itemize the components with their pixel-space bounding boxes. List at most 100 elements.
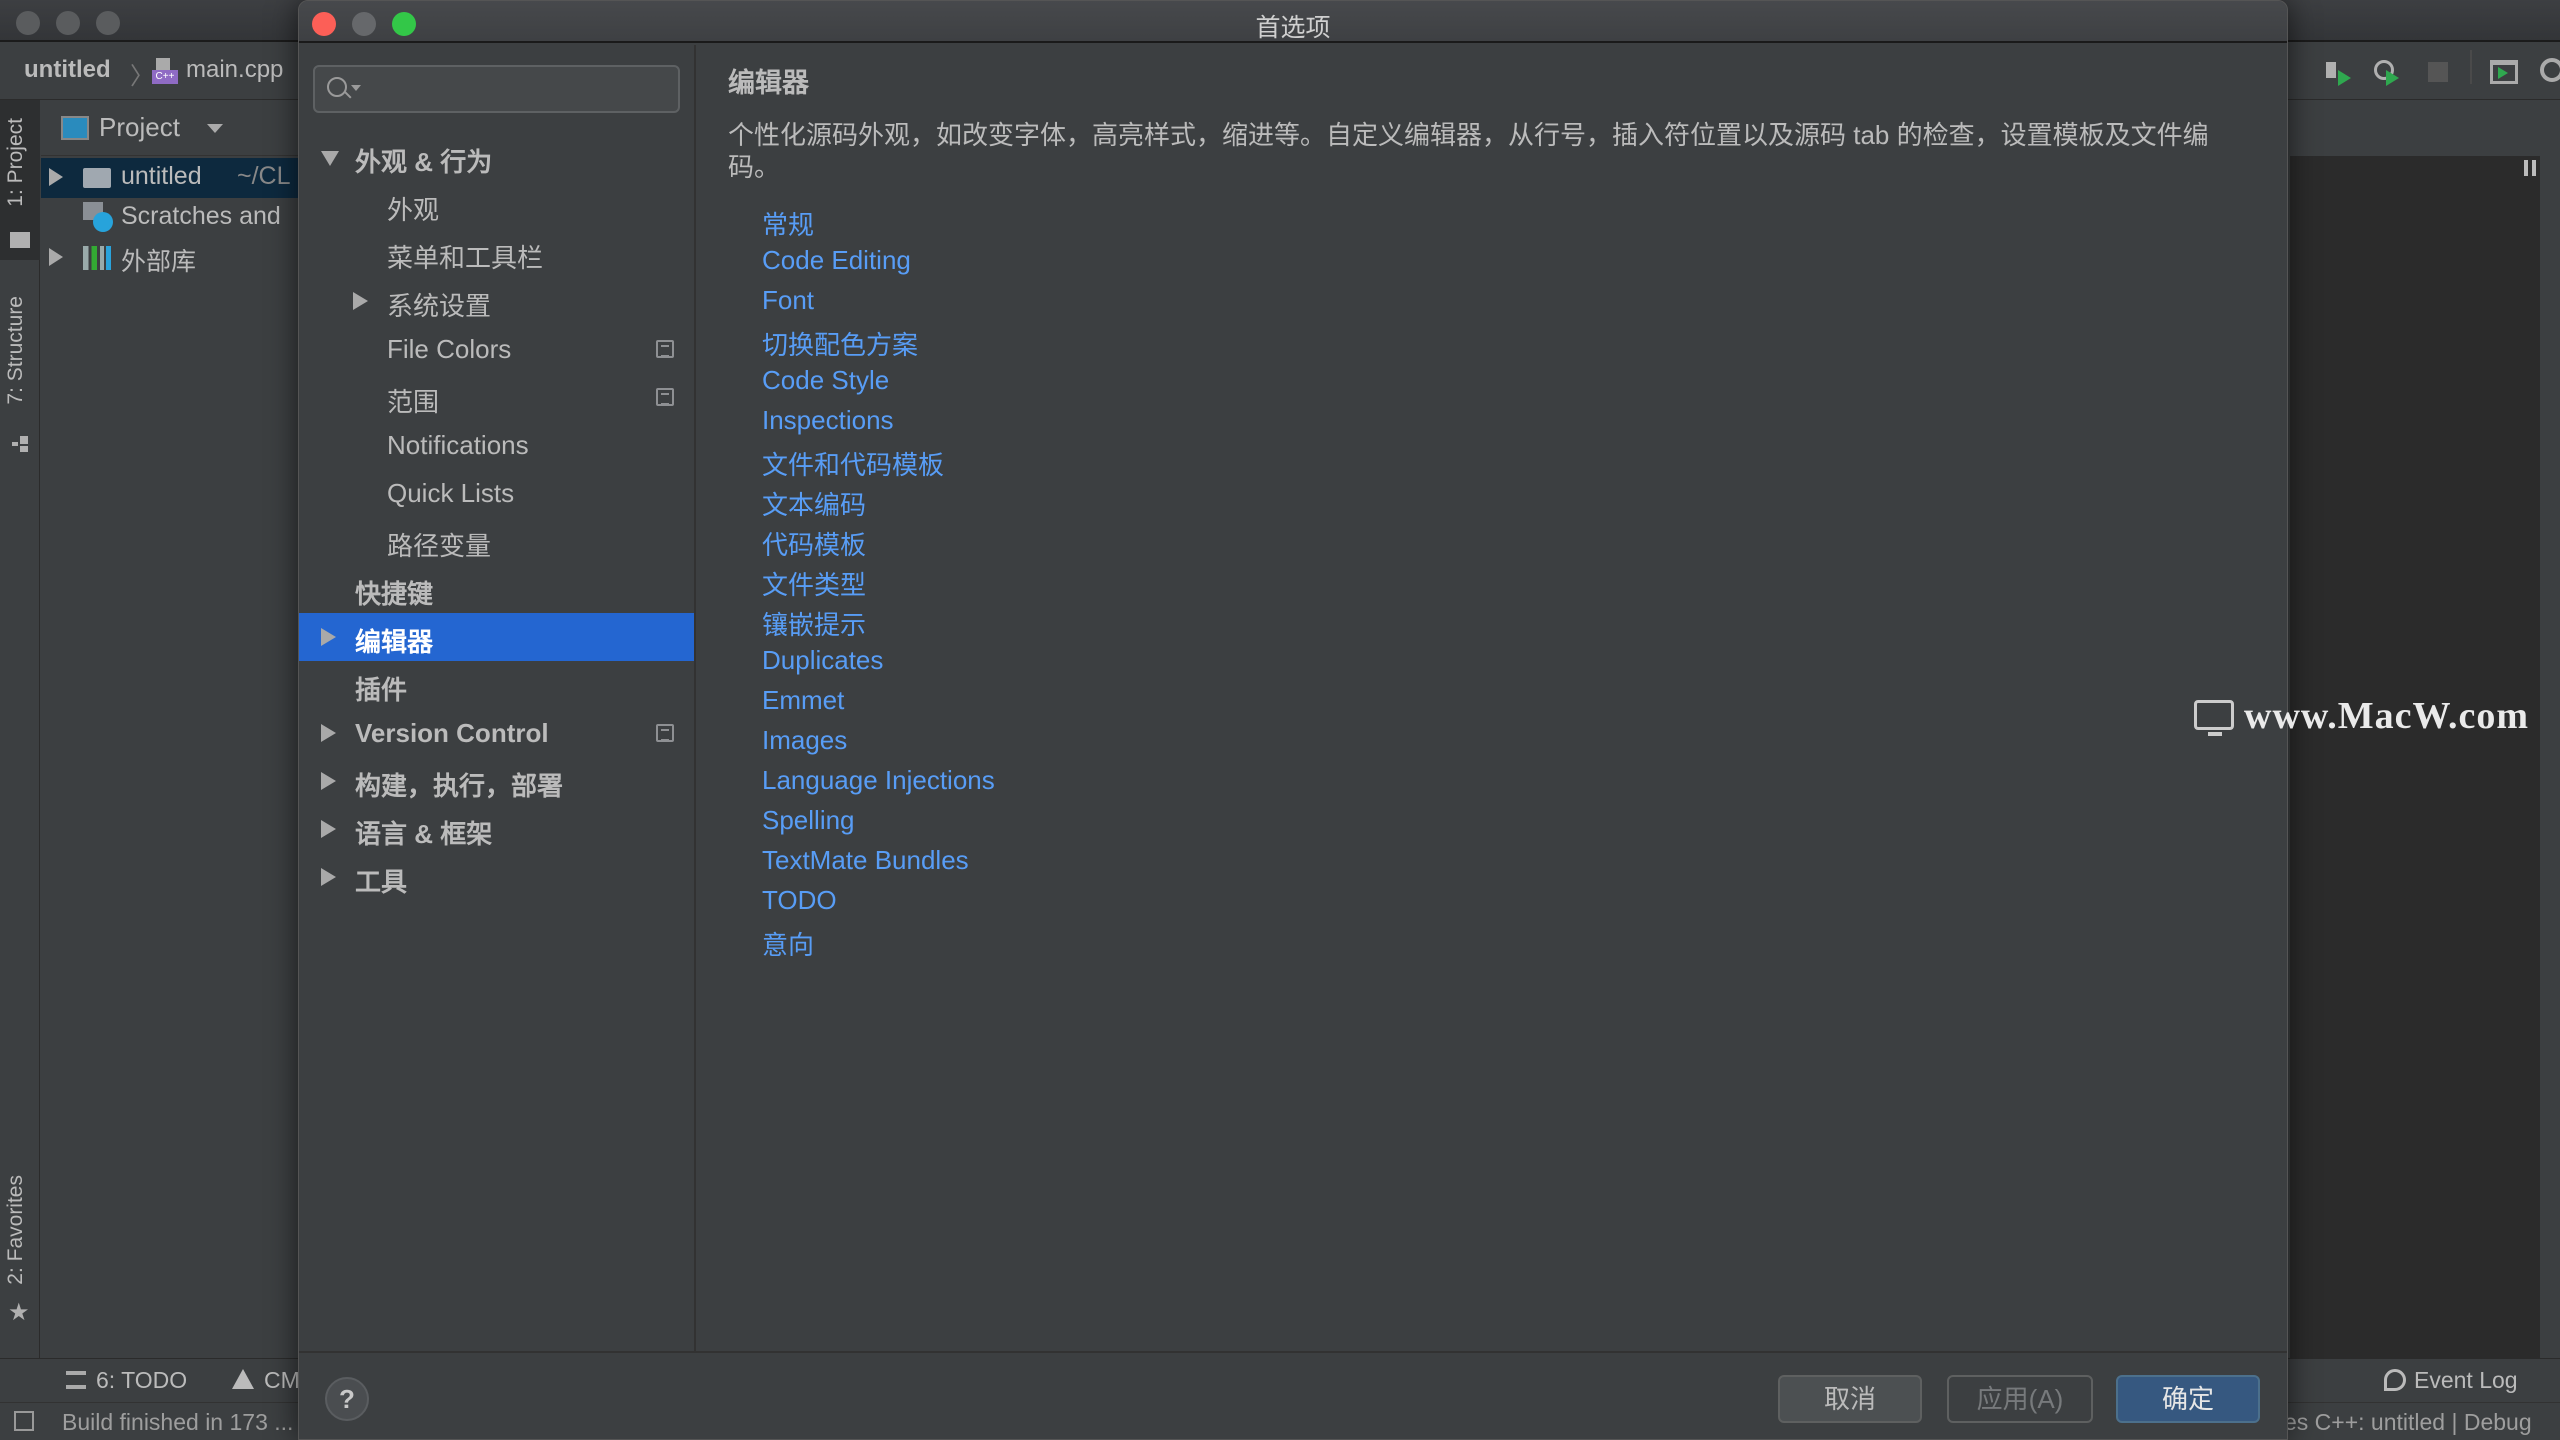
content-link[interactable]: Spelling [762,805,855,836]
close-button[interactable] [16,11,40,35]
profile-run-icon[interactable] [2372,58,2402,88]
preferences-dialog: 首选项 外观 & 行为 外观 菜单和工具栏系统设置 File Colors 范围 Noti… [298,0,2288,1440]
content-link[interactable]: 文本编码 [762,485,866,522]
content-link[interactable]: Code Editing [762,245,911,276]
todo-list-icon [66,1371,86,1389]
project-view-selector[interactable]: Project [99,112,180,143]
content-link[interactable]: Font [762,285,814,316]
nav-item-label: 系统设置 [387,291,492,321]
nav-item[interactable]: 插件 [299,661,694,709]
toolbar-divider [2470,50,2472,84]
nav-item[interactable]: Version Control [299,709,694,757]
expand-arrow-icon[interactable] [321,724,336,742]
content-link[interactable]: TODO [762,885,837,916]
debug-icon[interactable] [2322,58,2352,88]
tree-item-untitled[interactable]: untitled ~/CL [41,158,301,198]
content-link[interactable]: 意向 [762,925,814,962]
nav-item[interactable]: 语言 & 框架 [299,805,694,853]
nav-item[interactable]: 外观 [299,181,694,229]
nav-item[interactable]: Notifications [299,421,694,469]
right-tool-strip [2540,100,2560,1360]
project-tool-tab[interactable]: 1: Project [4,118,28,207]
nav-item[interactable]: 工具 [299,853,694,901]
dialog-titlebar: 首选项 [299,1,2287,43]
nav-item[interactable]: 外观 & 行为 [299,133,694,181]
content-link[interactable]: Duplicates [762,645,883,676]
expand-arrow-icon[interactable] [49,168,63,186]
content-link[interactable]: Code Style [762,365,889,396]
content-link[interactable]: TextMate Bundles [762,845,969,876]
nav-item[interactable]: 快捷键 [299,565,694,613]
nav-item[interactable]: 菜单和工具栏 [299,229,694,277]
structure-icon [12,436,28,452]
expand-arrow-icon[interactable] [321,628,336,646]
collapse-arrow-icon[interactable] [321,151,339,166]
search-options-chevron-icon[interactable] [351,85,361,91]
content-link[interactable]: 文件类型 [762,565,866,602]
nav-item[interactable]: 系统设置 [299,277,694,325]
project-panel: Project untitled ~/CL Scratches and 外部库 [41,100,301,1350]
settings-content: 编辑器 个性化源码外观，如改变字体，高亮样式，缩进等。自定义编辑器，从行号，插入… [698,45,2287,1351]
ok-button[interactable]: 确定 [2116,1375,2260,1423]
cpp-file-icon: C++ [152,58,178,84]
content-link[interactable]: 常规 [762,205,814,242]
content-description: 个性化源码外观，如改变字体，高亮样式，缩进等。自定义编辑器，从行号，插入符位置以… [728,120,2209,182]
monitor-icon [2194,700,2234,730]
tree-item-scratches[interactable]: Scratches and [41,198,301,238]
nav-item-label: 快捷键 [355,579,434,609]
content-link[interactable]: 代码模板 [762,525,866,562]
content-link[interactable]: Inspections [762,405,894,436]
expand-arrow-icon[interactable] [321,868,336,886]
favorites-tool-tab[interactable]: 2: Favorites [4,1175,28,1285]
event-log-icon [2384,1369,2406,1391]
zoom-button[interactable] [96,11,120,35]
cmake-tool-tab[interactable]: CM [264,1367,300,1394]
nav-item-label: File Colors [387,334,512,364]
help-button[interactable]: ? [325,1377,369,1421]
search-everywhere-icon[interactable] [2540,58,2560,82]
content-link[interactable]: 镶嵌提示 [762,605,866,642]
expand-arrow-icon[interactable] [353,292,368,310]
run-context-status[interactable]: es C++: untitled | Debug [2284,1409,2532,1436]
tree-item-label: 外部库 [121,248,197,276]
apply-button[interactable]: 应用(A) [1947,1375,2093,1423]
build-status[interactable]: Build finished in 173 ... [62,1409,293,1436]
content-link[interactable]: Language Injections [762,765,995,796]
expand-arrow-icon[interactable] [49,248,63,266]
minimize-button[interactable] [56,11,80,35]
event-log-tab[interactable]: Event Log [2414,1367,2518,1394]
todo-tool-tab[interactable]: 6: TODO [96,1367,187,1394]
clock-icon [93,212,113,232]
expand-arrow-icon[interactable] [321,820,336,838]
toggle-tool-windows-icon[interactable] [14,1411,34,1431]
content-link[interactable]: Images [762,725,847,756]
stop-icon[interactable] [2428,62,2448,82]
nav-item[interactable]: 范围 [299,373,694,421]
left-tool-strip: 1: Project 7: Structure 2: Favorites ★ [0,100,40,1360]
nav-item-label: 工具 [355,867,408,897]
cancel-button[interactable]: 取消 [1778,1375,1922,1423]
structure-tool-tab[interactable]: 7: Structure [4,296,28,405]
expand-arrow-icon[interactable] [321,772,336,790]
pause-icon[interactable] [2524,160,2536,176]
content-link[interactable]: 切换配色方案 [762,325,918,362]
cmake-icon [232,1369,254,1389]
nav-item[interactable]: 路径变量 [299,517,694,565]
breadcrumb-project[interactable]: untitled [24,56,111,84]
settings-tree: 外观 & 行为 外观 菜单和工具栏系统设置 File Colors 范围 Notifica… [299,45,696,1351]
nav-item[interactable]: 编辑器 [299,613,694,661]
nav-item[interactable]: 构建，执行，部署 [299,757,694,805]
tree-item-path: ~/CL [237,162,291,190]
content-link[interactable]: 文件和代码模板 [762,445,944,482]
content-link[interactable]: Emmet [762,685,844,716]
tree-item-external-libraries[interactable]: 外部库 [41,238,301,278]
settings-search-input[interactable] [313,65,680,113]
run-window-icon[interactable] [2490,60,2518,84]
nav-item-label: 插件 [355,675,408,705]
chevron-down-icon[interactable] [207,124,223,133]
search-icon [327,77,347,97]
nav-item[interactable]: File Colors [299,325,694,373]
breadcrumb-file[interactable]: main.cpp [186,56,283,84]
project-level-icon [656,388,674,406]
nav-item[interactable]: Quick Lists [299,469,694,517]
